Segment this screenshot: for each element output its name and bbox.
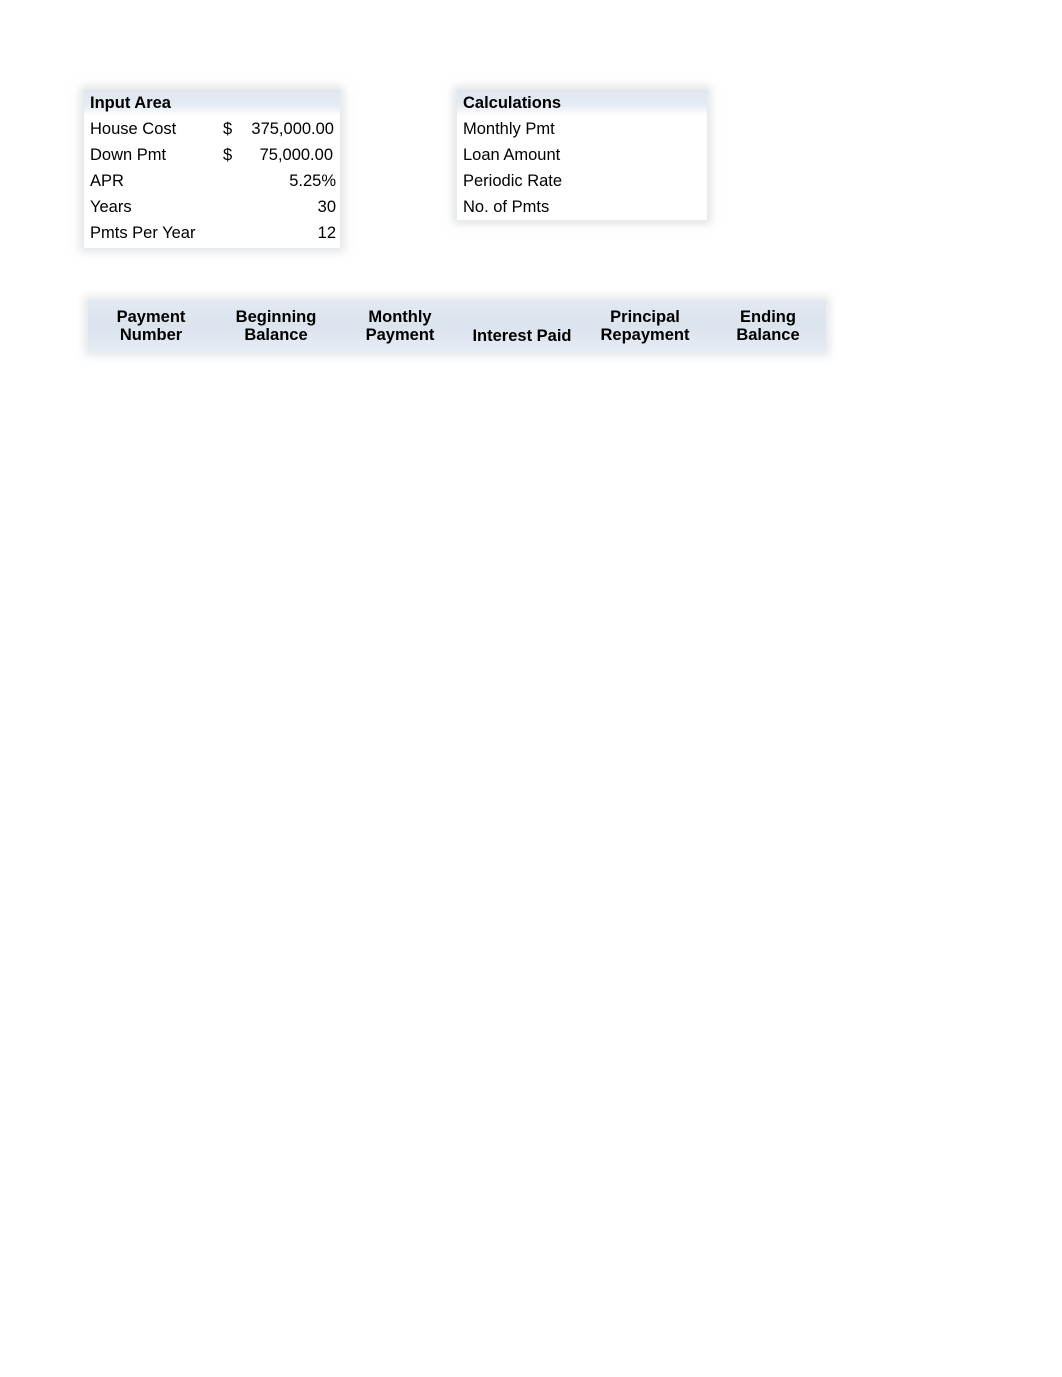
- input-label: APR: [90, 172, 124, 190]
- header-line: Balance: [244, 326, 308, 344]
- input-row-down-pmt[interactable]: Down Pmt $ 75,000.00: [84, 142, 340, 168]
- calculations-panel: Calculations Monthly Pmt Loan Amount Per…: [457, 90, 707, 220]
- column-header-principal-repayment[interactable]: Principal Repayment: [583, 300, 707, 352]
- calc-row-monthly-pmt[interactable]: Monthly Pmt: [457, 116, 707, 142]
- input-area-title: Input Area: [84, 90, 340, 116]
- currency-symbol: $: [223, 146, 233, 164]
- calc-row-loan-amount[interactable]: Loan Amount: [457, 142, 707, 168]
- header-line: Beginning: [235, 308, 317, 326]
- input-label: Pmts Per Year: [90, 224, 196, 242]
- header-line: Balance: [736, 326, 800, 344]
- header-line: Monthly: [368, 308, 432, 326]
- input-value[interactable]: 5.25%: [289, 168, 336, 194]
- header-line: Principal: [610, 308, 680, 326]
- calc-row-no-of-pmts[interactable]: No. of Pmts: [457, 194, 707, 220]
- column-header-ending-balance[interactable]: Ending Balance: [706, 300, 830, 352]
- calc-label: Periodic Rate: [463, 172, 563, 190]
- header-line: Ending: [740, 308, 796, 326]
- column-header-beginning-balance[interactable]: Beginning Balance: [214, 300, 338, 352]
- column-header-payment-number[interactable]: Payment Number: [89, 300, 213, 352]
- calc-label: Monthly Pmt: [463, 120, 555, 138]
- calc-label: Loan Amount: [463, 146, 561, 164]
- header-line: Number: [119, 326, 183, 344]
- input-row-years[interactable]: Years 30: [84, 194, 340, 220]
- calc-label: No. of Pmts: [463, 198, 550, 216]
- input-label: Years: [90, 198, 132, 216]
- input-area-panel: Input Area House Cost $ 375,000.00 Down …: [84, 90, 340, 248]
- input-value[interactable]: 30: [318, 194, 336, 220]
- header-line: Payment: [116, 308, 186, 326]
- input-value[interactable]: 375,000.00: [251, 116, 334, 142]
- input-row-pmts-per-year[interactable]: Pmts Per Year 12: [84, 220, 340, 246]
- calculations-title: Calculations: [457, 90, 707, 116]
- input-row-house-cost[interactable]: House Cost $ 375,000.00: [84, 116, 340, 142]
- column-header-interest-paid[interactable]: Interest Paid: [460, 300, 584, 352]
- currency-symbol: $: [223, 120, 233, 138]
- calc-row-periodic-rate[interactable]: Periodic Rate: [457, 168, 707, 194]
- input-row-apr[interactable]: APR 5.25%: [84, 168, 340, 194]
- input-value[interactable]: 12: [318, 220, 336, 246]
- header-line: Repayment: [600, 326, 690, 344]
- header-line: Payment: [365, 326, 435, 344]
- amortization-schedule-header: Payment Number Beginning Balance Monthly…: [88, 300, 826, 352]
- column-header-monthly-payment[interactable]: Monthly Payment: [338, 300, 462, 352]
- input-label: Down Pmt: [90, 146, 167, 164]
- header-line: Interest Paid: [472, 327, 572, 345]
- input-label: House Cost: [90, 120, 177, 138]
- input-value[interactable]: 75,000.00: [260, 142, 333, 168]
